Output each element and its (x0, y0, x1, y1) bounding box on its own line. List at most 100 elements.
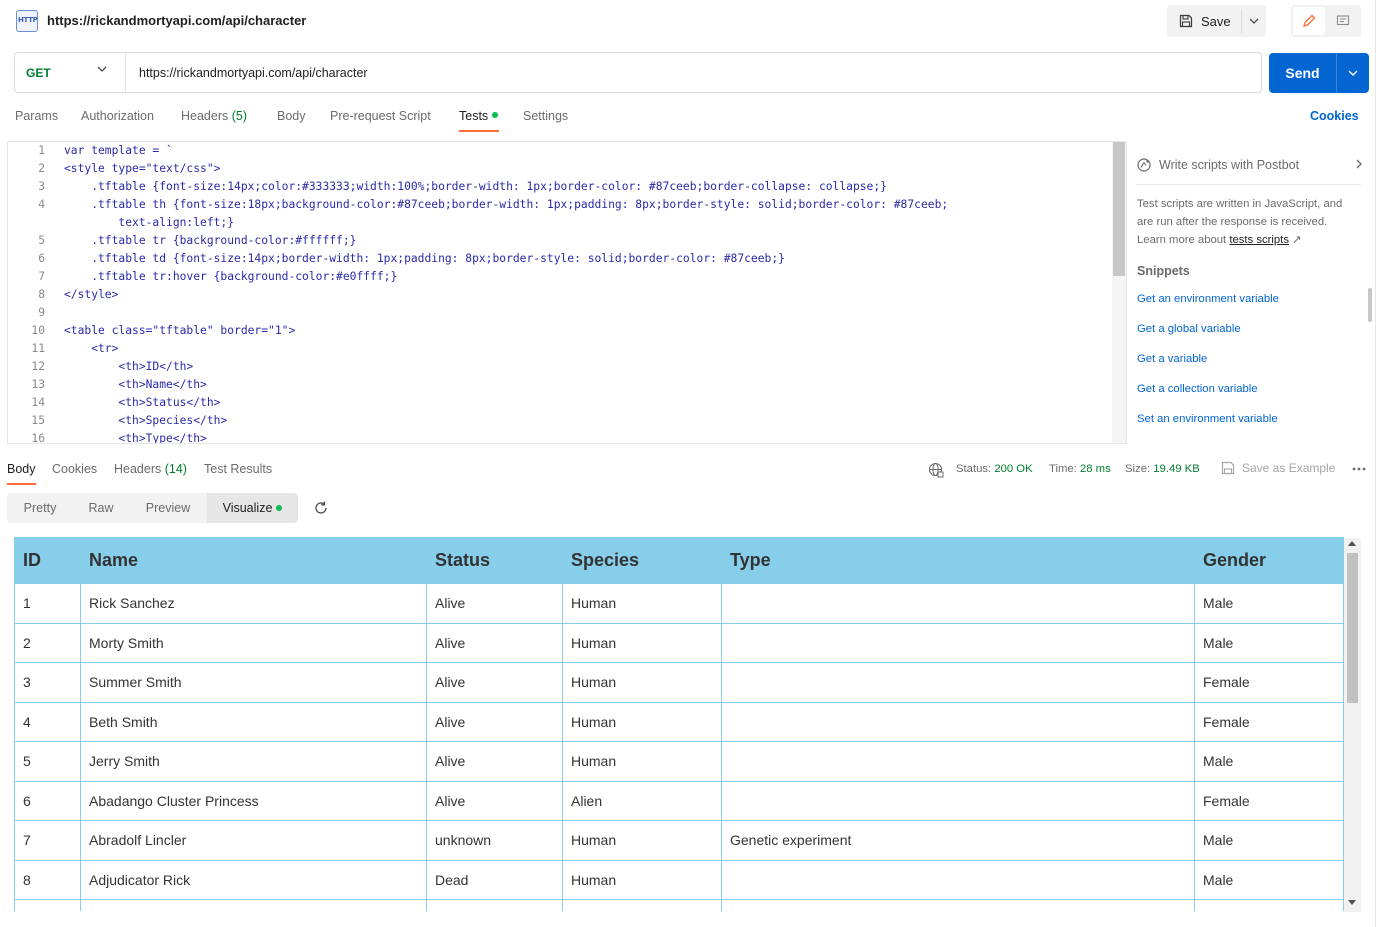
globe-network-icon[interactable] (928, 462, 944, 478)
table-cell (721, 701, 1195, 742)
edit-mode-button[interactable] (1293, 7, 1325, 35)
snippet-get-global-variable[interactable]: Get a global variable (1137, 323, 1241, 335)
table-cell (721, 622, 1195, 663)
snippet-get-collection-variable[interactable]: Get a collection variable (1137, 383, 1258, 395)
response-tab-test-results[interactable]: Test Results (204, 462, 272, 476)
code-line[interactable]: 14 <th>Status</th> (8, 394, 1112, 412)
table-cell: Female (1194, 780, 1344, 821)
documentation-mode-button[interactable] (1327, 7, 1359, 35)
code-text: <table class="tftable" border="1"> (64, 324, 296, 337)
response-size[interactable]: Size: 19.49 KB (1125, 463, 1200, 475)
view-tab-pretty[interactable]: Pretty (7, 493, 73, 523)
visualization-scrollbar-thumb[interactable] (1347, 553, 1358, 703)
table-cell: Female (1194, 662, 1344, 703)
tab-settings[interactable]: Settings (523, 109, 568, 123)
code-line[interactable]: 1 var template = ` (8, 142, 1112, 160)
tab-authorization[interactable]: Authorization (81, 109, 154, 123)
table-cell (721, 859, 1195, 900)
code-line[interactable]: 8 </style> (8, 286, 1112, 304)
code-line[interactable]: 6 .tftable td {font-size:14px;border-wid… (8, 250, 1112, 268)
table-cell: 2 (14, 622, 81, 663)
response-tab-cookies[interactable]: Cookies (52, 462, 97, 476)
table-cell (562, 899, 722, 911)
code-line[interactable]: 2 <style type="text/css"> (8, 160, 1112, 178)
save-options-button[interactable] (1242, 5, 1266, 37)
response-status[interactable]: Status: 200 OK (956, 463, 1033, 475)
snippet-get-variable[interactable]: Get a variable (1137, 353, 1207, 365)
table-cell: Dead (426, 859, 563, 900)
tab-params[interactable]: Params (15, 109, 58, 123)
scroll-down-arrow-icon[interactable] (1348, 900, 1356, 905)
response-view-tabs: Pretty Raw Preview Visualize (7, 493, 298, 523)
response-tab-body[interactable]: Body (7, 462, 36, 476)
code-text: text-align:left;} (64, 216, 235, 229)
table-cell: 4 (14, 701, 81, 742)
table-cell (14, 899, 81, 911)
code-line[interactable]: 7 .tftable tr:hover {background-color:#e… (8, 268, 1112, 286)
code-line[interactable]: text-align:left;} (8, 214, 1112, 232)
send-options-button[interactable] (1337, 53, 1369, 93)
editor-scrollbar[interactable] (1112, 142, 1126, 443)
time-value: 28 ms (1079, 463, 1111, 475)
tests-description: Test scripts are written in JavaScript, … (1137, 195, 1359, 249)
tab-pre-request-script[interactable]: Pre-request Script (330, 109, 431, 123)
save-button[interactable]: Save (1167, 5, 1241, 37)
save-example-icon (1221, 461, 1235, 475)
request-title[interactable]: https://rickandmortyapi.com/api/characte… (47, 13, 306, 28)
code-line[interactable]: 15 <th>Species</th> (8, 412, 1112, 430)
response-tab-headers[interactable]: Headers (14) (114, 462, 187, 476)
snippet-get-environment-variable[interactable]: Get an environment variable (1137, 293, 1279, 305)
scroll-up-arrow-icon[interactable] (1348, 541, 1356, 546)
table-cell: Male (1194, 622, 1344, 663)
view-tab-visualize[interactable]: Visualize (207, 493, 298, 523)
code-line[interactable]: 11 <tr> (8, 340, 1112, 358)
chevron-down-icon (1249, 18, 1259, 24)
code-line[interactable]: 5 .tftable tr {background-color:#ffffff;… (8, 232, 1112, 250)
more-options-icon[interactable] (1351, 461, 1367, 477)
tab-headers[interactable]: Headers (5) (181, 109, 247, 123)
tab-body[interactable]: Body (277, 109, 306, 123)
tab-tests[interactable]: Tests (459, 109, 499, 123)
table-cell: Alive (426, 662, 563, 703)
refresh-icon[interactable] (313, 500, 329, 516)
line-number: 16 (31, 432, 45, 444)
editor-scrollbar-thumb[interactable] (1113, 142, 1125, 276)
snippet-set-environment-variable[interactable]: Set an environment variable (1137, 413, 1278, 425)
code-line[interactable]: 13 <th>Name</th> (8, 376, 1112, 394)
sidebar-scrollbar-thumb[interactable] (1368, 288, 1372, 322)
code-line[interactable]: 16 <th>Type</th> (8, 430, 1112, 444)
cookies-link[interactable]: Cookies (1310, 109, 1359, 123)
table-header-row: ID Name Status Species Type Gender (14, 537, 1344, 584)
table-cell: Alive (426, 741, 563, 782)
code-line[interactable]: 10 <table class="tftable" border="1"> (8, 322, 1112, 340)
http-request-icon: HTTP (16, 10, 38, 32)
code-line[interactable]: 12 <th>ID</th> (8, 358, 1112, 376)
postbot-link[interactable]: Write scripts with Postbot (1136, 157, 1362, 173)
response-time[interactable]: Time: 28 ms (1049, 463, 1111, 475)
view-tab-visualize-label: Visualize (222, 501, 273, 515)
send-button[interactable]: Send (1269, 53, 1336, 93)
table-cell: 5 (14, 741, 81, 782)
tests-scripts-link[interactable]: tests scripts (1229, 234, 1289, 246)
code-line[interactable]: 3 .tftable {font-size:14px;color:#333333… (8, 178, 1112, 196)
chevron-down-icon (1348, 70, 1358, 76)
table-row: 4 Beth Smith Alive Human Female (14, 701, 1344, 742)
table-cell: 7 (14, 820, 81, 861)
title-bar: HTTP https://rickandmortyapi.com/api/cha… (0, 0, 1379, 44)
table-cell: Human (562, 741, 722, 782)
url-input[interactable]: https://rickandmortyapi.com/api/characte… (139, 66, 368, 80)
save-as-example-button[interactable]: Save as Example (1221, 461, 1335, 475)
code-line[interactable]: 9 (8, 304, 1112, 322)
method-select[interactable]: GET (15, 53, 126, 92)
active-response-tab-underline (7, 483, 36, 485)
table-cell: 8 (14, 859, 81, 900)
response-tabs: Body Cookies Headers (14) Test Results S… (0, 452, 1379, 486)
code-line[interactable]: 4 .tftable th {font-size:18px;background… (8, 196, 1112, 214)
line-number: 10 (31, 324, 45, 337)
view-tab-preview[interactable]: Preview (129, 493, 207, 523)
column-header-species: Species (562, 537, 722, 584)
table-cell (80, 899, 427, 911)
test-script-editor[interactable]: 16 <th>Type</th> 15 <th>Species</th> 14 <t… (7, 141, 1127, 444)
table-row: 8 Adjudicator Rick Dead Human Male (14, 859, 1344, 900)
view-tab-raw[interactable]: Raw (73, 493, 129, 523)
